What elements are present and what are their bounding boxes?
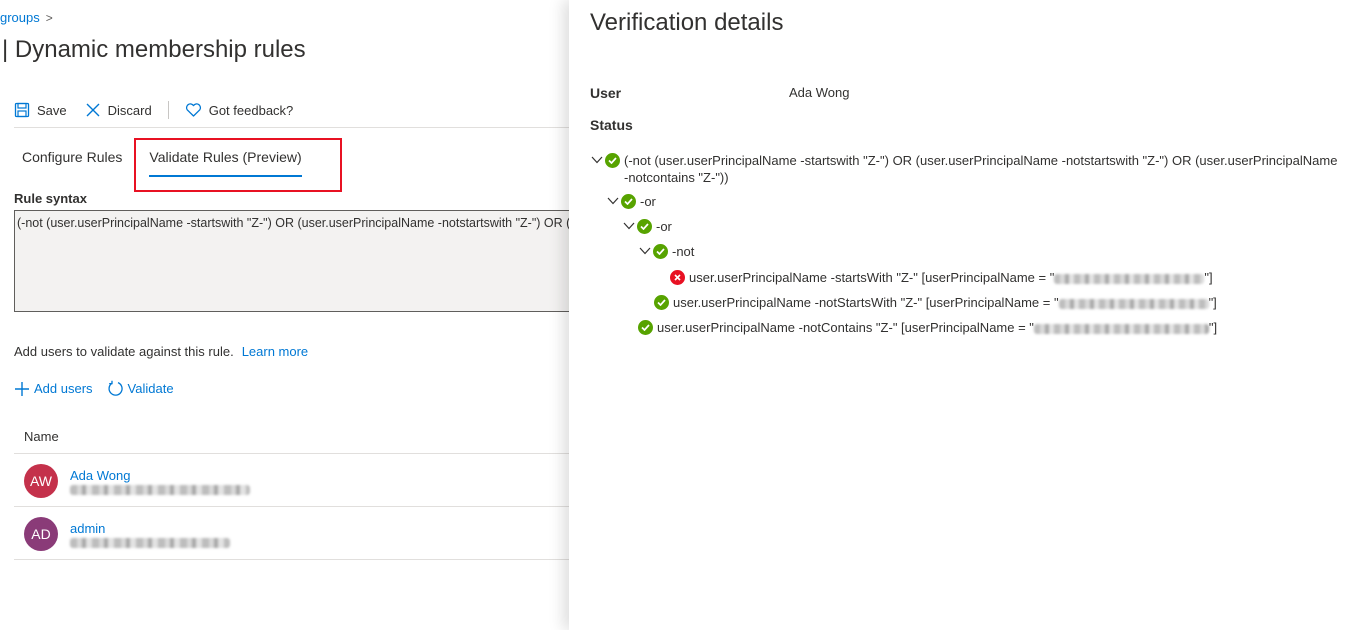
user-name-link[interactable]: Ada Wong — [70, 468, 130, 483]
validate-hint-text: Add users to validate against this rule. — [14, 344, 234, 359]
refresh-icon — [107, 380, 123, 396]
breadcrumb: groups > — [0, 10, 53, 25]
check-circle-icon — [653, 244, 668, 259]
rule-syntax-field[interactable]: (-not (user.userPrincipalName -startswit… — [14, 210, 569, 312]
tree-node-root[interactable]: (-not (user.userPrincipalName -startswit… — [591, 152, 1344, 186]
avatar: AD — [24, 517, 58, 551]
tree-node-text: user.userPrincipalName -notStartsWith "Z… — [673, 294, 1217, 311]
tree-node-or[interactable]: -or — [623, 218, 672, 235]
plus-icon — [15, 381, 29, 396]
error-circle-icon — [670, 270, 685, 285]
chevron-down-icon[interactable] — [591, 152, 603, 168]
validate-actions: Add users Validate — [14, 380, 188, 397]
feedback-button[interactable]: Got feedback? — [185, 102, 294, 118]
add-users-label: Add users — [34, 381, 93, 396]
verification-details-panel: Verification details User Ada Wong Statu… — [569, 0, 1355, 630]
panel-title: Verification details — [590, 9, 784, 36]
condition-text: user.userPrincipalName -startsWith "Z-" … — [689, 270, 1055, 285]
page-title: | Dynamic membership rules — [2, 36, 306, 63]
close-icon — [86, 103, 100, 117]
discard-button[interactable]: Discard — [85, 102, 152, 118]
tree-node-startswith[interactable]: user.userPrincipalName -startsWith "Z-" … — [670, 269, 1213, 286]
check-circle-icon — [654, 295, 669, 310]
tree-node-notstartswith[interactable]: user.userPrincipalName -notStartsWith "Z… — [654, 294, 1217, 311]
check-circle-icon — [621, 194, 636, 209]
save-label: Save — [37, 102, 67, 118]
toolbar: Save Discard Got feedback? — [14, 96, 311, 124]
tree-node-text: -or — [656, 219, 672, 234]
user-value: Ada Wong — [789, 85, 850, 100]
learn-more-link[interactable]: Learn more — [242, 344, 308, 359]
user-email-redacted — [70, 538, 230, 548]
condition-suffix: "] — [1204, 270, 1213, 285]
avatar: AW — [24, 464, 58, 498]
tree-node-text: -not — [672, 244, 695, 259]
table-row[interactable]: AD admin — [14, 507, 569, 559]
condition-suffix: "] — [1208, 295, 1217, 310]
check-circle-icon — [605, 153, 620, 168]
breadcrumb-item-groups[interactable]: groups — [0, 10, 40, 25]
check-circle-icon — [638, 320, 653, 335]
feedback-label: Got feedback? — [208, 102, 294, 118]
user-email-redacted — [70, 485, 250, 495]
check-circle-icon — [637, 219, 652, 234]
condition-text: user.userPrincipalName -notContains "Z-"… — [657, 320, 1034, 335]
validate-label: Validate — [127, 381, 174, 396]
chevron-down-icon[interactable] — [607, 193, 619, 209]
rule-tabs: Configure Rules Validate Rules (Preview) — [22, 149, 329, 177]
heart-icon — [185, 103, 201, 117]
validate-hint: Add users to validate against this rule.… — [14, 344, 308, 359]
chevron-down-icon[interactable] — [639, 243, 651, 259]
upn-redacted — [1058, 298, 1209, 309]
condition-suffix: "] — [1208, 320, 1218, 335]
tab-validate-rules[interactable]: Validate Rules (Preview) — [149, 149, 302, 177]
tree-node-text: user.userPrincipalName -startsWith "Z-" … — [689, 269, 1213, 286]
validate-button[interactable]: Validate — [107, 380, 174, 397]
user-label: User — [590, 85, 622, 101]
tree-node-or[interactable]: -or — [607, 193, 656, 210]
tree-node-text: user.userPrincipalName -notContains "Z-"… — [657, 319, 1217, 336]
membership-rules-pane: groups > | Dynamic membership rules Save … — [0, 0, 569, 630]
breadcrumb-separator: > — [45, 11, 53, 25]
save-button[interactable]: Save — [14, 102, 67, 118]
add-users-button[interactable]: Add users — [14, 381, 93, 397]
user-name-link[interactable]: admin — [70, 521, 105, 536]
tree-node-text: (-not (user.userPrincipalName -startswit… — [624, 153, 1338, 185]
name-column-header[interactable]: Name — [24, 429, 59, 444]
upn-redacted — [1033, 323, 1209, 334]
table-divider — [14, 559, 569, 560]
condition-text: user.userPrincipalName -notStartsWith "Z… — [673, 295, 1059, 310]
toolbar-divider-line — [14, 127, 569, 128]
tree-node-text: -or — [640, 194, 656, 209]
tab-configure-rules[interactable]: Configure Rules — [22, 149, 122, 177]
status-label: Status — [590, 117, 633, 133]
save-icon — [14, 102, 30, 118]
discard-label: Discard — [107, 102, 152, 118]
table-row[interactable]: AW Ada Wong — [14, 454, 569, 506]
tree-node-notcontains[interactable]: user.userPrincipalName -notContains "Z-"… — [638, 319, 1217, 336]
upn-redacted — [1054, 273, 1205, 284]
rule-syntax-label: Rule syntax — [14, 191, 87, 206]
tree-node-not[interactable]: -not — [639, 243, 694, 260]
chevron-down-icon[interactable] — [623, 218, 635, 234]
toolbar-divider — [167, 101, 169, 119]
